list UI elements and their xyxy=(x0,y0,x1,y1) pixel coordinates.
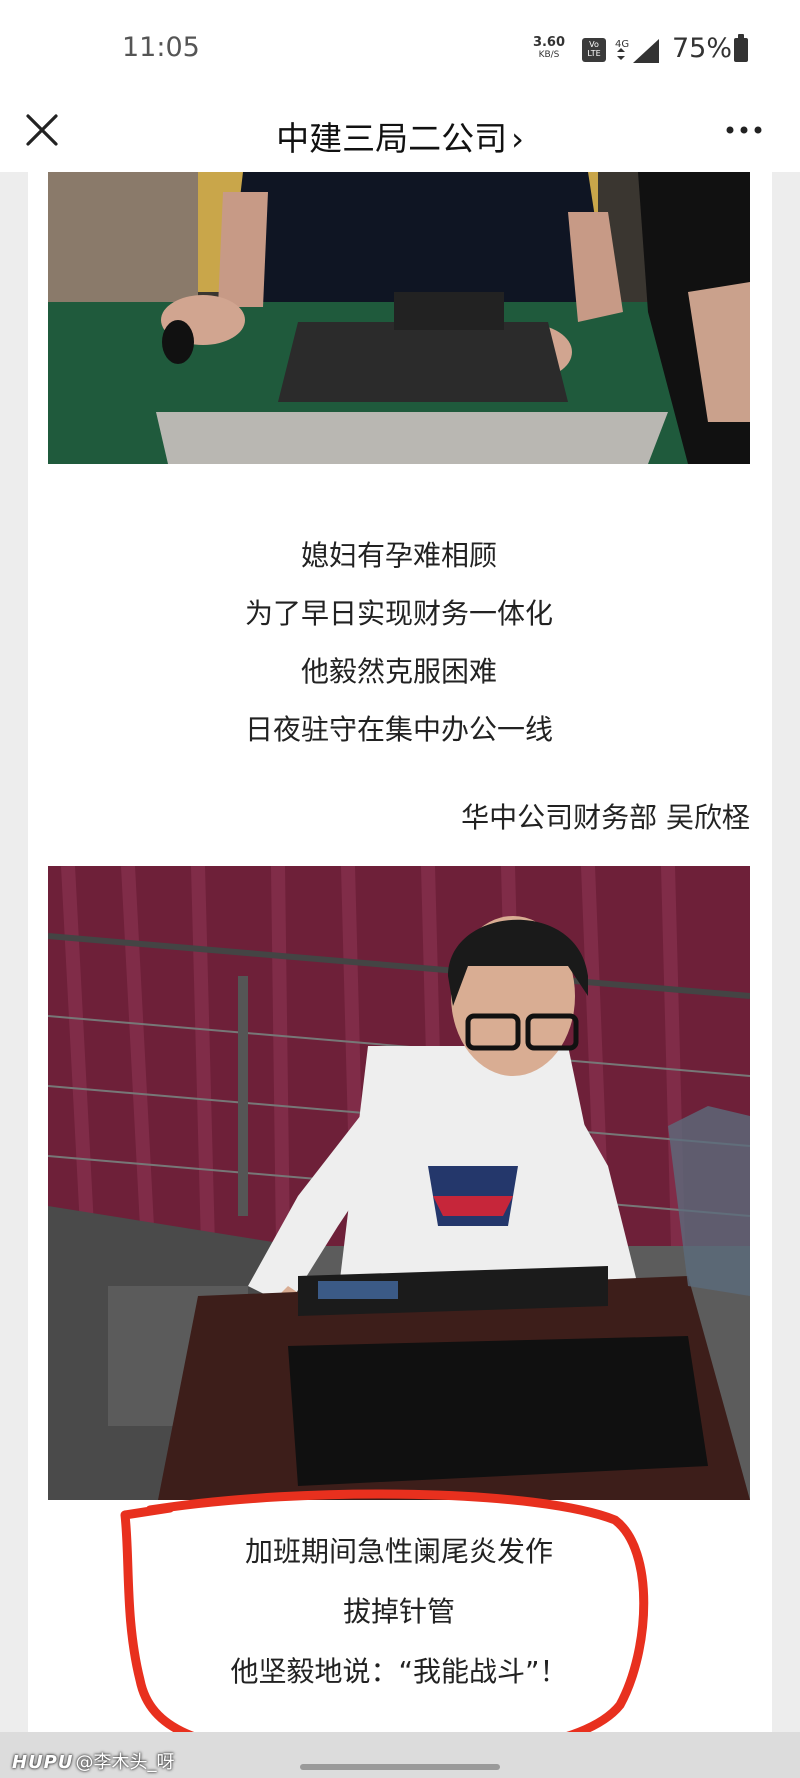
watermark: HUPU @李木头_呀 xyxy=(12,1748,175,1774)
account-title-link[interactable]: 中建三局二公司 › xyxy=(0,112,800,160)
caption-line: 媳妇有孕难相顾 xyxy=(300,539,497,572)
home-indicator[interactable] xyxy=(300,1764,500,1770)
caption-line: 为了早日实现财务一体化 xyxy=(244,597,553,630)
network-speed-unit: KB/S xyxy=(538,50,560,60)
caption-line: 他坚毅地说：“我能战斗”！ xyxy=(230,1655,568,1688)
caption-line: 加班期间急性阑尾炎发作 xyxy=(244,1535,553,1568)
nav-bar: 中建三局二公司 › xyxy=(0,100,800,172)
article-photo-man-at-laptop[interactable] xyxy=(48,866,750,1500)
status-bar: 11:05 3.60 KB/S Vo LTE 4G 75% xyxy=(0,0,800,100)
battery-percentage: 75% xyxy=(672,33,733,64)
author-signature: 华中公司财务部 吴欣柽 xyxy=(461,801,750,834)
caption-line: 他毅然克服困难 xyxy=(300,655,497,688)
watermark-user: @李木头_呀 xyxy=(75,1752,175,1773)
clock: 11:05 xyxy=(122,32,200,63)
caption-line: 日夜驻守在集中办公一线 xyxy=(244,713,553,746)
network-speed: 3.60 KB/S xyxy=(532,36,566,62)
chevron-right-icon: › xyxy=(511,120,524,158)
signal-icon: 4G xyxy=(615,39,659,63)
network-type: 4G xyxy=(615,39,629,50)
article-photo-office-laptop[interactable] xyxy=(48,172,750,464)
more-options-icon[interactable] xyxy=(722,120,766,140)
battery-icon xyxy=(734,34,748,62)
watermark-brand: HUPU xyxy=(12,1752,74,1773)
account-name: 中建三局二公司 xyxy=(276,119,508,158)
volte-icon: Vo LTE xyxy=(582,38,606,62)
network-speed-value: 3.60 xyxy=(532,35,566,50)
caption-line: 拔掉针管 xyxy=(342,1595,455,1628)
